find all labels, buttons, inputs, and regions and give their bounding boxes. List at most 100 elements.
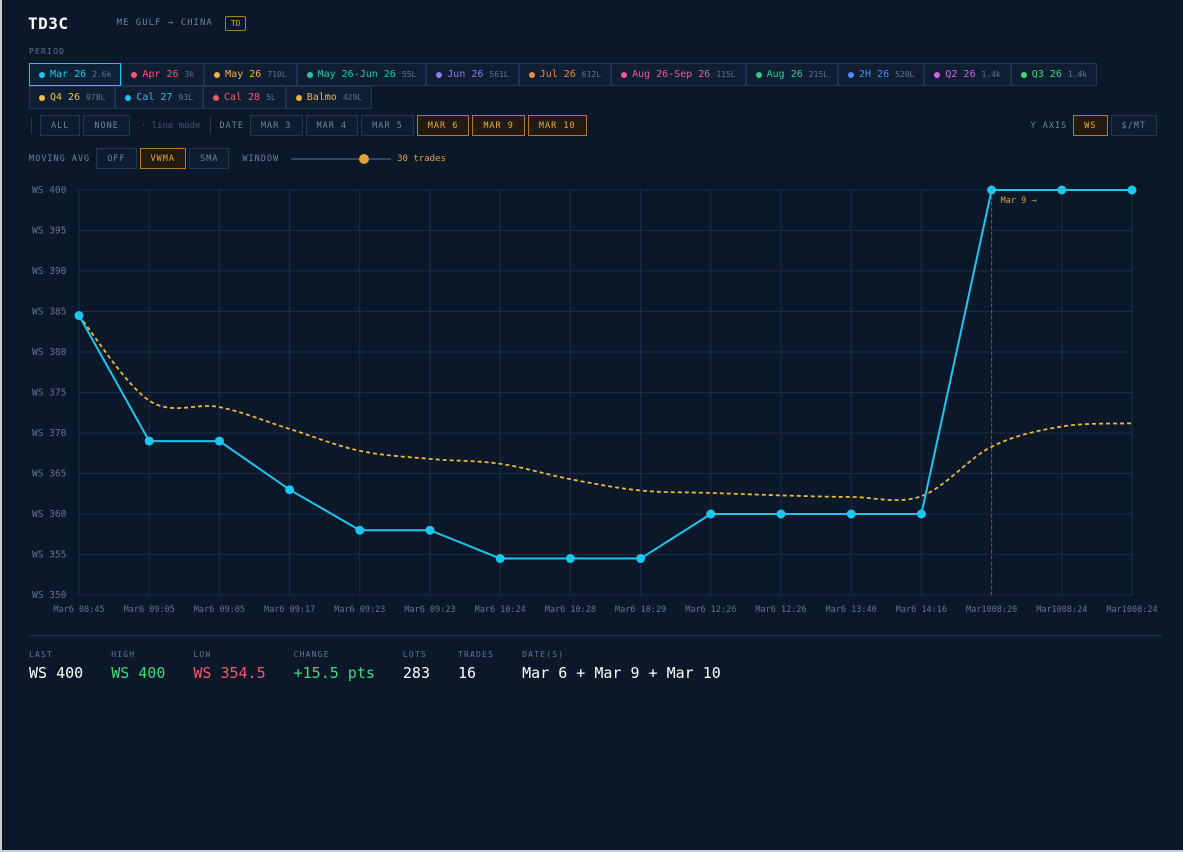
period-button[interactable]: Q3 26 1.4k bbox=[1010, 63, 1098, 86]
header: TD3C ME GULF → CHINA TD bbox=[28, 12, 247, 34]
period-lots: 1.4k bbox=[981, 70, 1001, 79]
y-tick-label: WS 400 bbox=[32, 185, 67, 196]
period-lots: 612L bbox=[581, 70, 602, 79]
y-tick-label: WS 385 bbox=[32, 307, 66, 318]
mavg-off-button[interactable]: OFF bbox=[96, 148, 137, 169]
slider-knob[interactable] bbox=[358, 153, 369, 164]
period-label: Cal 27 bbox=[136, 92, 173, 103]
x-tick-label: Mar6 09:17 bbox=[264, 605, 315, 615]
stat-label: CHANGE bbox=[293, 650, 330, 659]
date-button[interactable]: MAR 9 bbox=[472, 115, 525, 136]
period-button[interactable]: Aug 26-Sep 26 115L bbox=[611, 63, 746, 86]
y-tick-label: WS 350 bbox=[32, 590, 67, 601]
x-tick-label: Mar6 08:45 bbox=[53, 605, 104, 615]
period-button[interactable]: Aug 26 215L bbox=[745, 63, 838, 86]
series-color-dot-icon bbox=[39, 94, 45, 101]
period-lots: 978L bbox=[86, 93, 106, 102]
y-tick-label: WS 395 bbox=[32, 226, 66, 237]
x-tick-label: Mar6 13:40 bbox=[826, 605, 877, 615]
period-button[interactable]: Cal 28 5L bbox=[202, 86, 286, 109]
series-color-dot-icon bbox=[436, 71, 443, 78]
period-label: Mar 26 bbox=[50, 69, 87, 80]
series-color-dot-icon bbox=[848, 71, 854, 78]
period-label: Q2 26 bbox=[945, 69, 976, 80]
stat-trades: TRADES 16 bbox=[458, 650, 494, 682]
date-button[interactable]: MAR 3 bbox=[249, 115, 303, 136]
series-color-dot-icon bbox=[306, 71, 313, 78]
ticker-title: TD3C bbox=[28, 13, 69, 33]
period-button[interactable]: Apr 26 3k bbox=[121, 63, 205, 86]
period-button[interactable]: May 26 710L bbox=[204, 63, 297, 86]
stat-change: CHANGE +15.5 pts bbox=[294, 650, 375, 682]
period-label: 2H 26 bbox=[859, 69, 890, 80]
select-none-button[interactable]: NONE bbox=[83, 115, 130, 136]
price-point bbox=[214, 436, 224, 446]
stat-value: WS 400 bbox=[29, 664, 84, 682]
line-mode-toggle[interactable]: · line mode bbox=[141, 121, 201, 131]
y-tick-label: WS 365 bbox=[32, 469, 66, 480]
select-all-button[interactable]: ALL bbox=[40, 115, 81, 136]
x-tick-label: Mar6 12:26 bbox=[755, 605, 806, 615]
divider bbox=[210, 117, 212, 134]
x-tick-label: Mar1008:20 bbox=[966, 605, 1017, 615]
period-label: May 26 bbox=[225, 69, 262, 80]
x-tick-label: Mar1008:24 bbox=[1106, 605, 1157, 615]
period-button[interactable]: 2H 26 520L bbox=[838, 63, 925, 86]
y-tick-label: WS 355 bbox=[32, 550, 66, 561]
stat-lots: LOTS 283 bbox=[403, 650, 430, 682]
stat-value: 283 bbox=[402, 664, 430, 682]
price-chart: WS 400 WS 395 WS 390 WS 385 WS 380 WS 375 WS 3… bbox=[32, 185, 1158, 615]
period-button[interactable]: Q2 26 1.4k bbox=[924, 63, 1011, 86]
stat-label: LOTS bbox=[402, 650, 427, 659]
stat-label: HIGH bbox=[111, 650, 136, 659]
window-label: WINDOW bbox=[242, 153, 280, 164]
period-button[interactable]: Q4 26 978L bbox=[29, 86, 116, 109]
window-value: 30 trades bbox=[397, 153, 446, 164]
period-button[interactable]: Jul 26 612L bbox=[518, 63, 612, 86]
vwma-series-line bbox=[78, 314, 1133, 502]
stat-label: LAST bbox=[29, 650, 54, 659]
stat-value: Mar 6 + Mar 9 + Mar 10 bbox=[522, 664, 721, 682]
series-color-dot-icon bbox=[934, 71, 941, 78]
period-lots: 5L bbox=[266, 93, 276, 102]
date-button[interactable]: MAR 10 bbox=[527, 115, 587, 136]
period-label: Q4 26 bbox=[50, 92, 81, 103]
period-button[interactable]: Mar 26 2.6k bbox=[29, 63, 122, 86]
period-row-2: Q4 26 978L Cal 27 93L Cal 28 5L Balmo 429L bbox=[29, 86, 1149, 109]
date-button[interactable]: MAR 4 bbox=[305, 115, 359, 136]
period-button[interactable]: Balmo 429L bbox=[285, 86, 373, 109]
route-tag-badge[interactable]: TD bbox=[224, 15, 247, 31]
x-tick-label: Mar6 09:05 bbox=[194, 605, 245, 615]
period-button[interactable]: Cal 27 93L bbox=[115, 86, 203, 109]
x-tick-label: Mar6 09:23 bbox=[334, 605, 385, 615]
moving-avg-controls: MOVING AVG OFF VWMA SMA WINDOW 30 trades bbox=[29, 148, 446, 169]
x-tick-label: Mar6 09:05 bbox=[124, 605, 175, 615]
series-color-dot-icon bbox=[621, 71, 628, 78]
stat-value: WS 400 bbox=[111, 664, 166, 682]
period-button[interactable]: May 26-Jun 26 55L bbox=[296, 63, 427, 86]
period-button[interactable]: Jun 26 561L bbox=[426, 63, 519, 86]
route-label: ME GULF → CHINA bbox=[116, 18, 213, 28]
y-axis-label: Y AXIS bbox=[1030, 120, 1068, 131]
slider-track bbox=[291, 157, 392, 160]
mavg-vwma-button[interactable]: VWMA bbox=[139, 148, 187, 169]
stats-bar: LAST WS 400 HIGH WS 400 LOW WS 354.5 CHANGE +15… bbox=[29, 650, 749, 682]
series-color-dot-icon bbox=[755, 71, 762, 78]
y-axis-usd-mt-button[interactable]: $/MT bbox=[1110, 115, 1157, 136]
period-label: May 26-Jun 26 bbox=[317, 69, 396, 80]
price-point bbox=[495, 554, 505, 564]
series-color-dot-icon bbox=[212, 94, 219, 101]
period-lots: 710L bbox=[267, 70, 287, 79]
period-label: Jun 26 bbox=[447, 69, 484, 80]
y-axis-ws-button[interactable]: WS bbox=[1073, 115, 1108, 136]
price-point bbox=[285, 485, 295, 495]
y-tick-label: WS 390 bbox=[32, 266, 67, 277]
price-point bbox=[1057, 185, 1067, 195]
window-slider[interactable] bbox=[291, 153, 392, 164]
mavg-sma-button[interactable]: SMA bbox=[189, 148, 230, 169]
period-label: Cal 28 bbox=[223, 92, 261, 103]
date-button[interactable]: MAR 5 bbox=[361, 115, 414, 136]
period-label: Balmo bbox=[306, 92, 337, 103]
y-tick-label: WS 360 bbox=[32, 509, 67, 520]
date-button[interactable]: MAR 6 bbox=[416, 115, 470, 136]
